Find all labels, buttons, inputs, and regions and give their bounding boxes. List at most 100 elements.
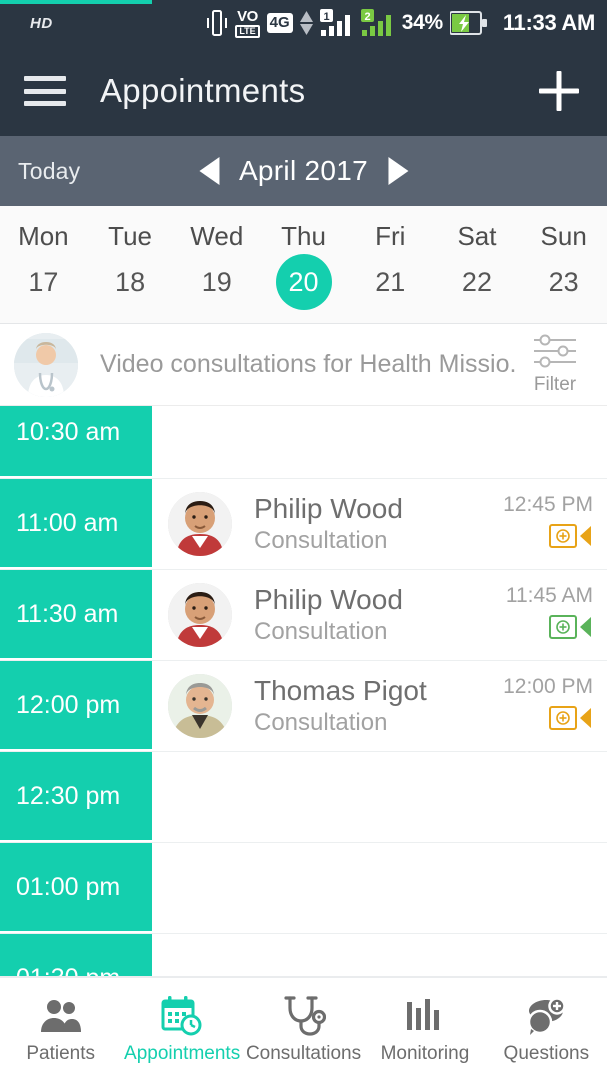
battery-percent: 34% xyxy=(401,11,443,34)
empty-slot[interactable] xyxy=(152,934,607,976)
nav-item-label: Questions xyxy=(503,1042,590,1064)
nav-item-questions[interactable]: Questions xyxy=(486,994,607,1065)
date-number[interactable]: 22 xyxy=(449,254,505,310)
patient-avatar xyxy=(168,492,232,556)
nav-item-patients[interactable]: Patients xyxy=(0,994,121,1065)
agenda-slot[interactable]: 01:30 pm xyxy=(0,934,607,976)
weekday-label: Wed xyxy=(190,221,244,251)
video-call-icon[interactable] xyxy=(549,704,593,737)
selected-date[interactable]: 20 xyxy=(275,254,332,310)
date-number[interactable]: 23 xyxy=(536,254,592,310)
weekday-name-row: Mon Tue Wed Thu Fri Sat Sun xyxy=(0,217,607,252)
date-cell-18[interactable]: 18 xyxy=(87,252,174,312)
active-tab-indicator xyxy=(0,0,152,4)
patient-avatar xyxy=(168,674,232,738)
date-wrap: 23 xyxy=(520,252,607,312)
agenda-slot[interactable]: 01:00 pm xyxy=(0,843,607,934)
app-bar: Appointments xyxy=(0,46,607,136)
battery-charging-icon xyxy=(449,11,488,35)
promo-banner[interactable]: Video consultations for Health Missio...… xyxy=(0,324,607,406)
patient-name: Philip Wood xyxy=(254,492,403,524)
sim1-signal-icon: 1 xyxy=(319,9,354,37)
empty-slot[interactable] xyxy=(152,843,607,933)
video-call-icon[interactable] xyxy=(549,613,593,646)
appointment-time: 11:45 AM xyxy=(505,584,593,607)
appointment-entry[interactable]: Thomas Pigot Consultation 12:00 PM xyxy=(152,661,607,751)
page-title: Appointments xyxy=(100,72,306,109)
filter-button[interactable]: Filter xyxy=(517,334,593,396)
date-wrap: 20 xyxy=(260,252,347,312)
date-number[interactable]: 21 xyxy=(362,254,418,310)
nav-item-monitoring[interactable]: Monitoring xyxy=(364,994,485,1065)
nav-item-label: Appointments xyxy=(124,1042,241,1064)
weekday-name-thu: Thu xyxy=(260,217,347,252)
patients-people-icon xyxy=(39,994,83,1038)
bar-chart-icon xyxy=(403,994,447,1038)
vibrate-icon xyxy=(206,9,228,37)
appointment-entry[interactable]: Philip Wood Consultation 12:45 PM xyxy=(152,479,607,569)
appointment-entry[interactable]: Philip Wood Consultation 11:45 AM xyxy=(152,570,607,660)
date-cell-22[interactable]: 22 xyxy=(434,252,521,312)
date-cell-17[interactable]: 17 xyxy=(0,252,87,312)
video-call-icon[interactable] xyxy=(549,522,593,555)
weekday-date-row: 17 18 19 20 21 22 23 xyxy=(0,252,607,312)
slot-time-label: 11:00 am xyxy=(0,479,152,569)
filter-label: Filter xyxy=(533,373,577,395)
date-number[interactable]: 19 xyxy=(189,254,245,310)
date-number[interactable]: 18 xyxy=(102,254,158,310)
date-cell-19[interactable]: 19 xyxy=(173,252,260,312)
agenda-list[interactable]: 10:30 am 11:00 am Philip Wood Consultation 1… xyxy=(0,406,607,976)
appointment-info: Philip Wood Consultation xyxy=(254,492,503,556)
patient-name: Philip Wood xyxy=(254,583,403,615)
svg-text:1: 1 xyxy=(323,11,329,23)
slot-time-label: 12:00 pm xyxy=(0,661,152,751)
date-cell-20[interactable]: 20 xyxy=(260,252,347,312)
patient-avatar xyxy=(168,583,232,647)
data-transfer-icon xyxy=(299,11,313,35)
today-button[interactable]: Today xyxy=(18,158,80,185)
date-cell-21[interactable]: 21 xyxy=(347,252,434,312)
weekday-name-fri: Fri xyxy=(347,217,434,252)
volte-bottom-text: LTE xyxy=(235,24,260,38)
chat-plus-icon xyxy=(524,994,568,1038)
weekday-label: Mon xyxy=(18,221,69,251)
slot-time-label: 11:30 am xyxy=(0,570,152,660)
appointment-info: Thomas Pigot Consultation xyxy=(254,674,503,738)
chevron-left-icon[interactable] xyxy=(198,157,219,185)
appointment-info: Philip Wood Consultation xyxy=(254,583,506,647)
date-wrap: 19 xyxy=(173,252,260,312)
nav-item-appointments[interactable]: Appointments xyxy=(121,994,242,1065)
chevron-right-icon[interactable] xyxy=(388,157,409,185)
nav-item-consultations[interactable]: Consultations xyxy=(243,994,364,1065)
hamburger-line xyxy=(24,76,66,81)
weekday-label: Sun xyxy=(540,221,587,251)
appointment-type: Consultation xyxy=(254,527,388,555)
nav-item-label: Monitoring xyxy=(380,1042,470,1064)
plus-icon[interactable] xyxy=(535,67,583,115)
month-navigation-bar: Today April 2017 xyxy=(0,136,607,206)
app-screen: HD VO LTE 4G 1 2 34% 11:33 AM Appointmen… xyxy=(0,0,607,1080)
hd-indicator: HD xyxy=(30,14,53,32)
empty-slot[interactable] xyxy=(152,752,607,842)
volte-top-text: VO xyxy=(237,7,258,25)
agenda-slot[interactable]: 12:00 pm Thomas Pigot Consultation 12:00 PM xyxy=(0,661,607,752)
weekday-name-mon: Mon xyxy=(0,217,87,252)
weekday-label: Fri xyxy=(375,221,406,251)
agenda-slot[interactable]: 11:00 am Philip Wood Consultation 12:45 PM xyxy=(0,479,607,570)
month-nav-group: April 2017 xyxy=(198,155,409,187)
status-bar-clock: 11:33 AM xyxy=(502,10,595,35)
appointment-type: Consultation xyxy=(254,709,388,737)
hamburger-line xyxy=(24,88,66,94)
date-cell-23[interactable]: 23 xyxy=(520,252,607,312)
doctor-avatar xyxy=(14,332,78,397)
hamburger-menu-icon[interactable] xyxy=(24,76,66,106)
agenda-slot[interactable]: 11:30 am Philip Wood Consultation 11:45 AM xyxy=(0,570,607,661)
weekday-label: Thu xyxy=(281,221,326,251)
nav-item-label: Consultations xyxy=(245,1042,362,1064)
agenda-slot[interactable]: 10:30 am xyxy=(0,406,607,479)
date-number[interactable]: 17 xyxy=(15,254,71,310)
slot-time-label: 01:00 pm xyxy=(0,843,152,933)
empty-slot[interactable] xyxy=(152,406,607,478)
svg-text:2: 2 xyxy=(364,11,370,23)
agenda-slot[interactable]: 12:30 pm xyxy=(0,752,607,843)
